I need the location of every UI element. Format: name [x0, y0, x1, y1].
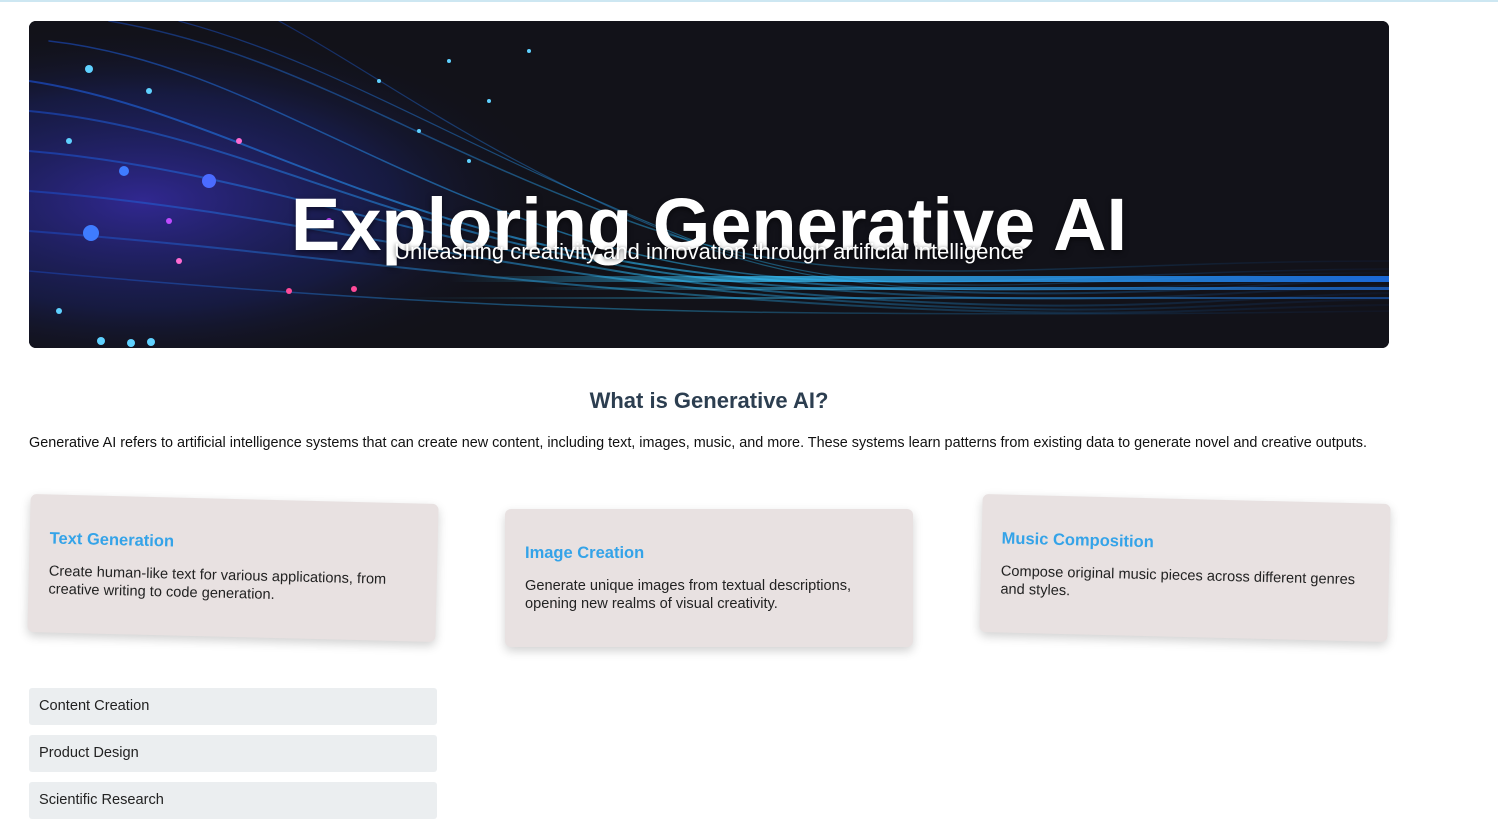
- feature-card-text-generation: Text Generation Create human-like text f…: [27, 494, 439, 642]
- hero-subtitle: Unleashing creativity and innovation thr…: [394, 239, 1024, 264]
- list-item-scientific-research[interactable]: Scientific Research: [29, 782, 437, 819]
- card-description: Create human-like text for various appli…: [48, 563, 387, 604]
- feature-card-image-creation: Image Creation Generate unique images fr…: [505, 509, 913, 647]
- card-description: Generate unique images from textual desc…: [525, 578, 852, 612]
- card-title: Music Composition: [1001, 529, 1155, 552]
- list-item-product-design[interactable]: Product Design: [29, 735, 437, 772]
- section-heading: What is Generative AI?: [589, 388, 829, 413]
- intro-paragraph: Generative AI refers to artificial intel…: [29, 435, 1367, 451]
- top-border: [0, 0, 1498, 2]
- card-title: Text Generation: [49, 529, 175, 551]
- list-item-content-creation[interactable]: Content Creation: [29, 688, 437, 725]
- feature-card-music-composition: Music Composition Compose original music…: [979, 494, 1391, 642]
- hero-banner: Exploring Generative AI Unleashing creat…: [29, 21, 1389, 348]
- applications-list: Content Creation Product Design Scientif…: [29, 688, 437, 829]
- card-description: Compose original music pieces across dif…: [1000, 563, 1356, 600]
- card-title: Image Creation: [525, 544, 645, 562]
- page-content: Exploring Generative AI Unleashing creat…: [27, 21, 1391, 819]
